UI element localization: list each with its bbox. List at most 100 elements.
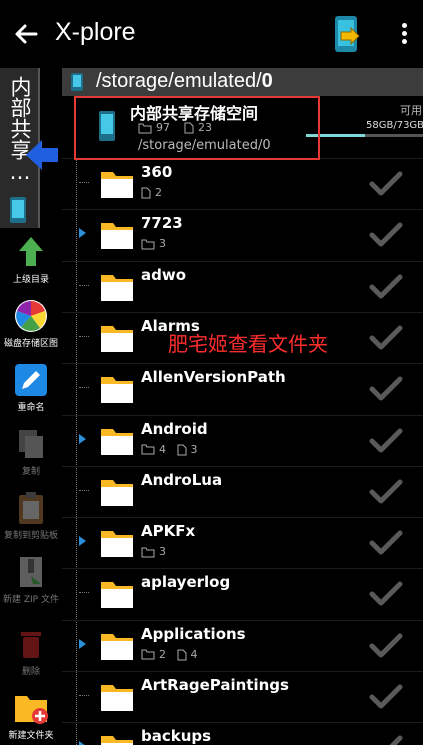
folder-meta: 3 [141,545,177,558]
pie-chart-icon [15,300,47,332]
folder-row[interactable]: Applications 2 4 [62,619,423,672]
checkmark-icon[interactable] [369,376,403,402]
folder-icon [100,631,134,661]
clipboard-icon [19,492,43,524]
more-options-icon[interactable] [396,20,412,50]
folder-icon [100,528,134,558]
phone-storage-icon [10,197,26,223]
phone-path-icon [71,73,83,91]
checkmark-icon[interactable] [369,530,403,556]
checkmark-icon[interactable] [369,171,403,197]
folder-name: Android [141,419,208,438]
copy-button[interactable]: 复制 [0,426,62,477]
tree-branch [79,489,89,491]
folder-icon [100,579,134,609]
file-list-panel: 内部共享存储空间 97 23 /storage/emulated/0 可用 58… [62,96,423,745]
checkmark-icon[interactable] [369,222,403,248]
checkmark-icon[interactable] [369,325,403,351]
folder-row[interactable]: AndroLua [62,465,423,518]
app-title: X-plore [55,18,136,46]
expand-arrow-icon[interactable] [79,433,86,444]
checkmark-icon[interactable] [369,274,403,300]
expand-arrow-icon[interactable] [79,228,86,239]
folder-icon [100,272,134,302]
back-arrow-icon[interactable] [10,18,42,50]
parent-dir-button[interactable]: 上级目录 [0,234,62,285]
file-count: 2 [155,186,162,199]
folder-icon [100,220,134,250]
new-zip-label: 新建 ZIP 文件 [3,595,59,605]
subfolder-count: 4 [159,442,166,456]
zip-file-icon [20,557,42,587]
expand-arrow-icon[interactable] [79,536,86,547]
checkmark-icon[interactable] [369,479,403,505]
folder-meta: 3 [141,237,177,250]
expand-arrow-icon[interactable] [79,638,86,649]
blue-pointer-arrow-icon [26,140,58,170]
folder-row[interactable]: ArtRagePaintings [62,671,423,723]
checkmark-icon[interactable] [369,633,403,659]
folder-row[interactable]: AllenVersionPath [62,363,423,415]
folder-row[interactable]: aplayerlog [62,568,423,620]
up-arrow-icon [19,237,43,266]
device-app-icon[interactable] [329,14,363,54]
annotation-text: 肥宅姬查看文件夹 [168,332,328,356]
parent-dir-label: 上级目录 [12,275,49,285]
checkmark-icon[interactable] [369,735,403,745]
file-count: 3 [190,442,198,456]
tree-branch [79,592,89,594]
copy-icon [19,430,43,458]
subfolder-count: 3 [159,545,166,559]
available-label: 可用 [400,104,422,117]
folder-icon [100,374,134,404]
folder-row[interactable]: 7723 3 [62,209,423,261]
delete-label: 删除 [21,667,40,677]
subfolder-count: 3 [159,237,166,251]
folder-name: 360 [141,163,173,181]
folder-row[interactable]: APKFx 3 [62,517,423,569]
new-folder-button[interactable]: 新建文件夹 [0,690,62,741]
folder-name: AllenVersionPath [141,368,286,387]
expand-arrow-icon[interactable] [79,741,86,745]
folder-name: APKFx [141,522,196,541]
tree-branch [79,387,89,389]
folder-icon [100,169,134,199]
tree-branch [79,284,89,286]
rename-label: 重命名 [17,403,45,413]
copy-to-clipboard-button[interactable]: 复制到剪贴板 [0,490,62,541]
current-path: /storage/emulated/0 [96,70,273,92]
folder-row[interactable]: 360 2 [62,158,423,210]
checkmark-icon[interactable] [369,684,403,710]
delete-button[interactable]: 删除 [0,626,62,677]
folder-name: ArtRagePaintings [141,676,289,694]
app-bar: X-plore [0,0,423,68]
folder-row[interactable]: backups [62,722,423,745]
folder-name: 7723 [141,214,183,233]
folder-icon [100,733,134,745]
folder-name: adwo [141,265,187,284]
rename-button[interactable]: 重命名 [0,362,62,413]
folder-name: Applications [141,624,246,643]
checkmark-icon[interactable] [369,581,403,607]
folder-meta: 4 3 [141,443,198,456]
storage-usage-bar [306,134,423,137]
copy-to-clipboard-label: 复制到剪贴板 [3,531,58,541]
new-folder-label: 新建文件夹 [8,731,54,741]
folder-icon [100,323,134,353]
folder-name: backups [141,727,212,745]
folder-icon [100,426,134,456]
folder-name: AndroLua [141,470,223,489]
disk-map-button[interactable]: 磁盘存储区图 [0,298,62,349]
folder-icon [100,477,134,507]
tree-branch [79,695,89,696]
checkmark-icon[interactable] [369,428,403,454]
tree-branch [79,335,89,337]
left-toolbar: 内部共享… 上级目录 磁盘存储区图 重命名 复制 复制到剪贴板 新建 ZIP 文… [0,68,59,745]
storage-capacity: 58GB/73GB [366,120,423,131]
file-count: 4 [190,647,198,661]
folder-row[interactable]: adwo [62,260,423,313]
subfolder-count: 2 [159,647,166,661]
folder-row[interactable]: Android 4 3 [62,414,423,467]
new-zip-button[interactable]: 新建 ZIP 文件 [0,554,62,605]
path-bar[interactable]: /storage/emulated/0 [62,68,423,96]
